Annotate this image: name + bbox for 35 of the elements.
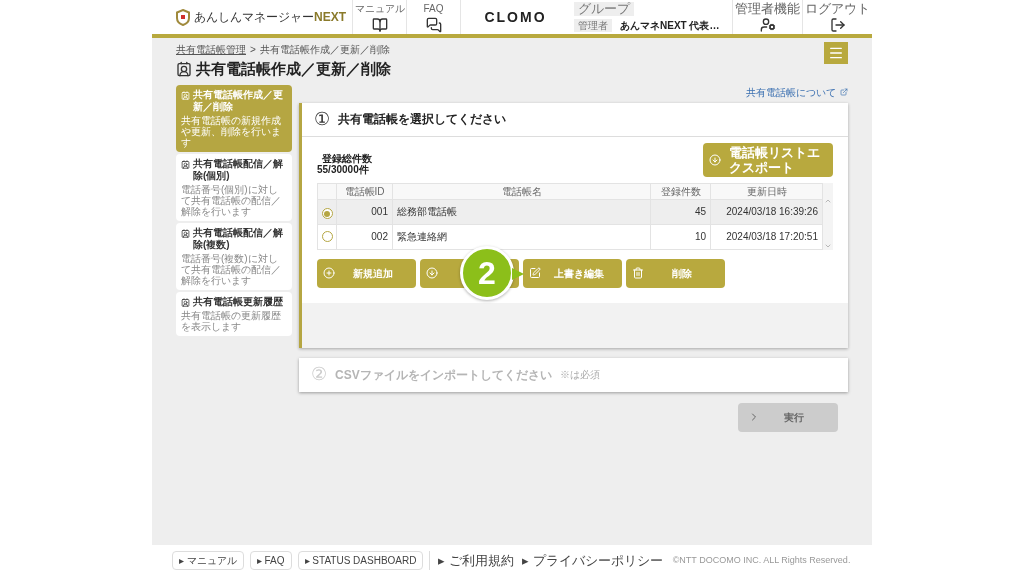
column-header: 電話帳名: [392, 183, 651, 199]
sidebar-item-title: 共有電話帳作成／更新／削除: [193, 88, 284, 113]
sidebar-item-title: 共有電話帳配信／解除(個別): [193, 157, 284, 182]
admin-label: 管理者: [574, 18, 612, 32]
required-note: ※は必須: [559, 368, 600, 382]
page-title: 共有電話帳作成／更新／削除: [196, 59, 391, 79]
sidebar-item-description: 電話番号(個別)に対して共有電話帳の配信／解除を行います: [181, 183, 282, 217]
table-cell: 001: [336, 199, 393, 224]
copyright: ©NTT DOCOMO INC. ALL Rights Reserved.: [672, 553, 851, 567]
step-title: CSVファイルをインポートしてください: [335, 366, 552, 384]
sidebar-item-description: 電話番号(複数)に対して共有電話帳の配信／解除を行います: [181, 252, 282, 286]
brand-suffix: NEXT: [314, 9, 346, 26]
column-header: 電話帳ID: [336, 183, 393, 199]
clomo-logo: CLOMO: [484, 7, 547, 27]
table-cell: 002: [336, 224, 393, 249]
sidebar-item-description: 共有電話帳の新規作成や更新、削除を行います: [181, 114, 282, 148]
breadcrumb-separator: >: [250, 43, 256, 57]
admin-name: あんマネNEXT 代表…: [620, 18, 720, 33]
sidebar-item-title: 共有電話帳配信／解除(複数): [193, 226, 284, 251]
table-cell: 45: [650, 199, 711, 224]
total-count-label: 登録総件数: [321, 152, 372, 164]
breadcrumb-current: 共有電話帳作成／更新／削除: [259, 43, 390, 57]
total-count-value: 55/30000件: [317, 163, 369, 175]
sidebar-item-description: 共有電話帳の更新履歴を表示します: [181, 309, 282, 332]
column-header: 更新日時: [710, 183, 823, 199]
table-cell: 2024/03/18 16:39:26: [710, 199, 823, 224]
table-cell: 10: [650, 224, 711, 249]
sidebar-item-title: 共有電話帳更新履歴: [193, 295, 283, 308]
brand-name: あんしんマネージャー: [194, 9, 314, 26]
table-cell: 総務部電話帳: [392, 199, 651, 224]
group-label: グループ: [574, 1, 634, 16]
table-cell: 2024/03/18 17:20:51: [710, 224, 823, 249]
step-title: 共有電話帳を選択してください: [338, 111, 506, 128]
column-header: 登録件数: [650, 183, 711, 199]
step-number: ①: [314, 107, 330, 131]
